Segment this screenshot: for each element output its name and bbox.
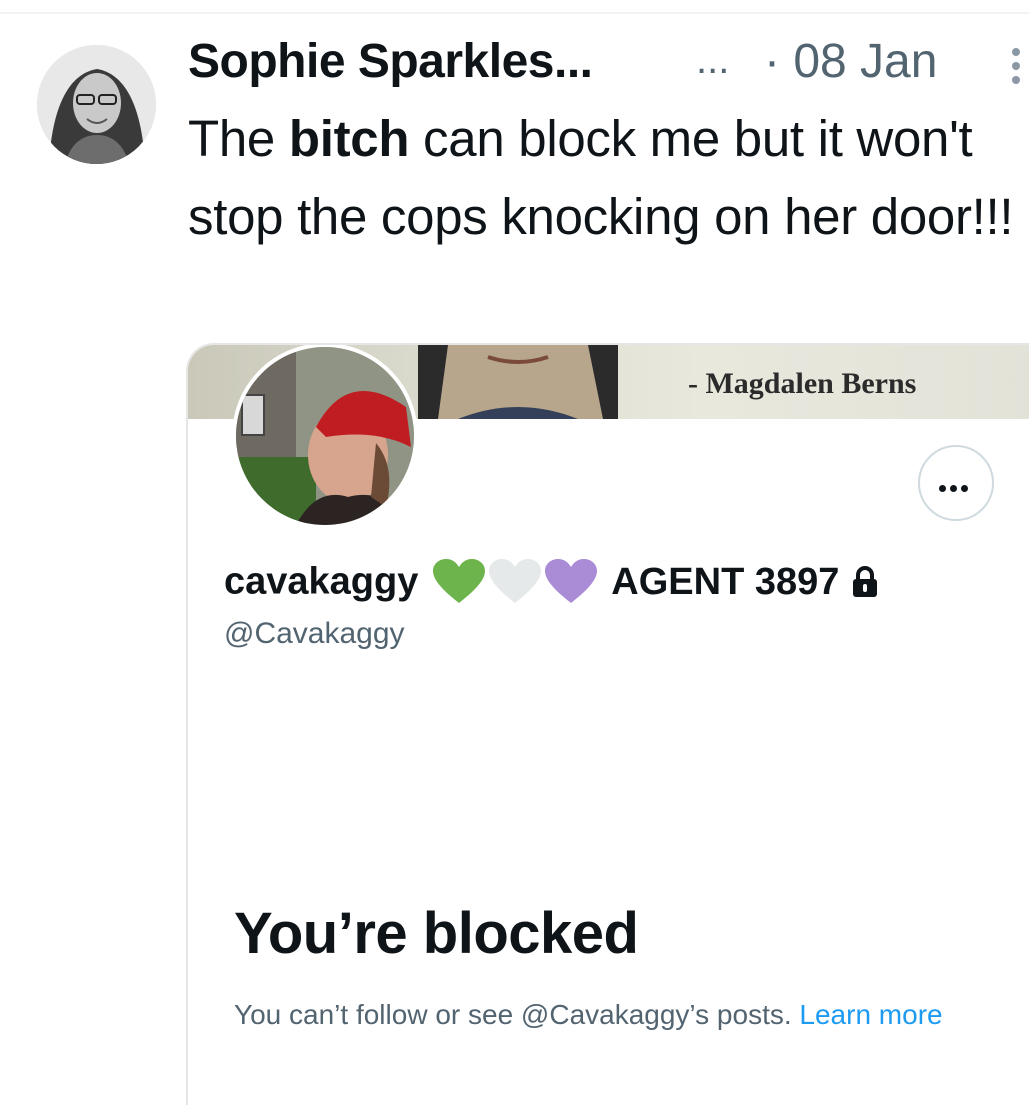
tweet-header: Sophie Sparkles... ... · 08 Jan	[188, 30, 1029, 96]
poster-avatar-image	[37, 45, 156, 164]
top-divider	[0, 12, 1029, 14]
purple-heart-icon	[544, 559, 597, 603]
author-name-ellipsis: ...	[696, 38, 730, 82]
profile-more-button[interactable]	[918, 445, 994, 521]
banner-quote: - Magdalen Berns	[688, 367, 917, 400]
blocked-description-text: You can’t follow or see @Cavakaggy’s pos…	[234, 999, 792, 1030]
learn-more-link[interactable]: Learn more	[799, 999, 942, 1030]
profile-avatar[interactable]	[232, 345, 418, 529]
lock-icon	[852, 566, 877, 597]
agent-label: AGENT 3897	[611, 560, 840, 603]
profile-handle: @Cavakaggy	[224, 617, 405, 650]
tweet-date[interactable]: · 08 Jan	[764, 34, 937, 89]
author-name[interactable]: Sophie Sparkles...	[188, 34, 593, 89]
poster-avatar[interactable]	[37, 45, 156, 164]
banner-face-image	[418, 345, 618, 419]
embedded-profile-card[interactable]: - Magdalen Berns cavakaggy AGENT 3897 @C…	[186, 343, 1029, 1105]
display-name: cavakaggy	[224, 560, 419, 603]
white-heart-icon	[488, 559, 541, 603]
heart-emojis	[432, 559, 601, 605]
display-name-row: cavakaggy AGENT 3897	[224, 559, 878, 609]
profile-avatar-image	[236, 347, 414, 525]
more-options-icon[interactable]	[1010, 48, 1022, 92]
blocked-description: You can’t follow or see @Cavakaggy’s pos…	[234, 993, 994, 1037]
tweet-text: The bitch can block me but it won't stop…	[188, 100, 1029, 256]
blocked-title: You’re blocked	[234, 901, 639, 966]
green-heart-icon	[432, 559, 485, 603]
tweet-text-bold: bitch	[288, 110, 410, 167]
tweet-text-before: The	[188, 110, 289, 167]
more-horizontal-icon	[939, 479, 972, 497]
